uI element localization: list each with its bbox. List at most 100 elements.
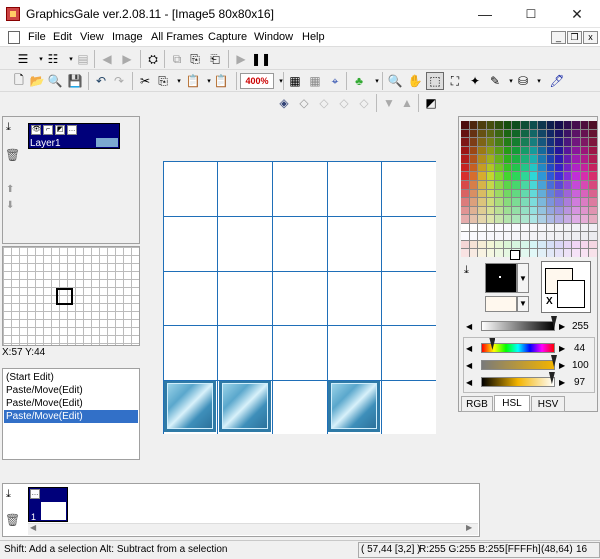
frame-add-icon[interactable]: ☷ (44, 50, 62, 68)
palette-swatch[interactable] (503, 180, 512, 189)
layer-trash-icon[interactable]: 🗑 (5, 148, 20, 162)
palette-swatch[interactable] (546, 240, 555, 249)
value-slider-left-arrow[interactable]: ◀ (466, 322, 472, 331)
palette-swatch[interactable] (478, 206, 486, 215)
palette-swatch[interactable] (572, 189, 580, 198)
palette-swatch[interactable] (520, 206, 529, 215)
foreground-color-swatch[interactable] (485, 263, 517, 293)
palette-swatch[interactable] (461, 232, 469, 240)
palette-swatch[interactable] (520, 189, 529, 198)
palette-swatch[interactable] (461, 249, 469, 257)
palette-swatch[interactable] (580, 206, 589, 215)
palette-swatch[interactable] (469, 163, 478, 172)
palette-swatch[interactable] (520, 163, 529, 172)
palette-swatch[interactable] (478, 155, 486, 163)
frame-horizontal-scrollbar[interactable] (28, 523, 478, 535)
zoom-level[interactable]: 400% (240, 73, 274, 89)
palette-swatch[interactable] (529, 215, 538, 223)
palette-swatch[interactable] (589, 129, 597, 138)
palette-swatch[interactable] (538, 215, 546, 223)
palette-swatch[interactable] (546, 129, 555, 138)
layer-more-icon[interactable]: … (67, 125, 77, 135)
palette-swatch[interactable] (486, 138, 495, 146)
layer-download-icon[interactable]: ⤓ (6, 121, 11, 134)
palette-swatch[interactable] (469, 129, 478, 138)
palette-swatch[interactable] (563, 121, 572, 129)
palette-swatch[interactable] (495, 155, 503, 163)
palette-swatch[interactable] (461, 215, 469, 223)
document-icon[interactable] (8, 31, 20, 44)
palette-swatch[interactable] (580, 249, 589, 257)
palette-swatch[interactable] (546, 215, 555, 223)
layer-add-icon[interactable]: ◈ (275, 94, 293, 112)
frame-paste-icon[interactable]: ⎗ (206, 50, 224, 68)
palette-swatch[interactable] (478, 138, 486, 146)
palette-swatch[interactable] (503, 240, 512, 249)
palette-swatch[interactable] (589, 121, 597, 129)
mdi-minimize-button[interactable]: _ (551, 31, 566, 44)
palette-swatch[interactable] (529, 249, 538, 257)
layer-properties-icon[interactable]: ◩ (422, 94, 440, 112)
palette-swatch[interactable] (529, 223, 538, 232)
palette-swatch[interactable] (589, 240, 597, 249)
scroll-right-arrow[interactable]: ▶ (466, 523, 472, 532)
palette-swatch[interactable] (555, 180, 563, 189)
palette-swatch[interactable] (555, 223, 563, 232)
swap-colors-icon[interactable]: X (546, 296, 553, 307)
mdi-restore-button[interactable]: ❐ (567, 31, 582, 44)
palette-swatch[interactable] (469, 189, 478, 198)
palette-swatch[interactable] (538, 206, 546, 215)
palette-swatch[interactable] (512, 198, 520, 206)
saturation-slider-track[interactable] (481, 360, 555, 370)
palette-swatch[interactable] (495, 138, 503, 146)
palette-swatch[interactable] (580, 121, 589, 129)
menu-edit[interactable]: Edit (53, 31, 72, 43)
palette-swatch[interactable] (555, 249, 563, 257)
palette-swatch[interactable] (512, 129, 520, 138)
frame-more-icon[interactable]: … (30, 489, 40, 499)
palette-swatch[interactable] (469, 198, 478, 206)
palette-swatch[interactable] (469, 138, 478, 146)
tab-rgb[interactable]: RGB (461, 396, 493, 412)
layer-down-icon[interactable]: ▼ (380, 94, 398, 112)
palette-swatch[interactable] (495, 215, 503, 223)
palette-swatch[interactable] (495, 206, 503, 215)
palette-swatch[interactable] (495, 223, 503, 232)
frame-properties-icon[interactable]: ⛭ (144, 50, 162, 68)
menu-image[interactable]: Image (112, 31, 143, 43)
palette-swatch[interactable] (589, 172, 597, 180)
palette-swatch[interactable] (538, 232, 546, 240)
palette-swatch[interactable] (503, 155, 512, 163)
zoom-tool-icon[interactable]: 🔍 (386, 72, 404, 90)
redo-icon[interactable]: ↷ (110, 72, 128, 90)
palette-swatch[interactable] (529, 206, 538, 215)
lasso-select-icon[interactable]: ⛶ (446, 72, 464, 90)
palette-swatch[interactable] (572, 240, 580, 249)
palette-swatch[interactable] (589, 189, 597, 198)
palette-swatch[interactable] (512, 155, 520, 163)
palette-swatch[interactable] (520, 198, 529, 206)
palette-swatch[interactable] (529, 240, 538, 249)
hue-slider-right-arrow[interactable]: ▶ (559, 344, 565, 353)
tab-hsv[interactable]: HSV (531, 396, 565, 412)
palette-swatch[interactable] (555, 121, 563, 129)
palette-swatch[interactable] (538, 129, 546, 138)
palette-swatch[interactable] (580, 155, 589, 163)
palette-swatch[interactable] (503, 198, 512, 206)
palette-swatch[interactable] (495, 198, 503, 206)
palette-swatch[interactable] (563, 155, 572, 163)
palette-swatch[interactable] (469, 121, 478, 129)
palette-swatch[interactable] (563, 138, 572, 146)
palette-swatch[interactable] (486, 232, 495, 240)
palette-swatch[interactable] (495, 249, 503, 257)
layer-merge-icon[interactable]: ◇ (335, 94, 353, 112)
palette-swatch[interactable] (478, 215, 486, 223)
frame-delete-icon[interactable]: ▤ (74, 50, 92, 68)
palette-swatch[interactable] (572, 180, 580, 189)
palette-swatch[interactable] (563, 180, 572, 189)
palette-swatch[interactable] (503, 121, 512, 129)
layer-lock-icon[interactable]: ⌐ (43, 125, 53, 135)
palette-swatch[interactable] (512, 232, 520, 240)
hue-slider-left-arrow[interactable]: ◀ (466, 344, 472, 353)
palette-swatch[interactable] (503, 146, 512, 155)
